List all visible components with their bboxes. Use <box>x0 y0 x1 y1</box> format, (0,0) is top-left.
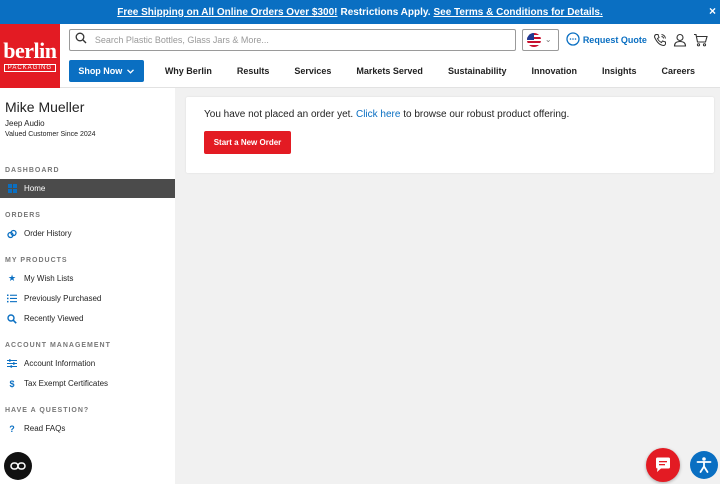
sidebar-item-label: Order History <box>24 229 72 238</box>
orders-empty-card: You have not placed an order yet. Click … <box>186 97 714 173</box>
phone-icon[interactable] <box>653 33 667 47</box>
nav-services[interactable]: Services <box>294 66 331 76</box>
empty-orders-message: You have not placed an order yet. Click … <box>204 109 714 120</box>
sidebar-item-label: Home <box>24 184 46 193</box>
logo-sub: PACKAGING <box>3 64 57 72</box>
msg-after: to browse our robust product offering. <box>403 109 570 120</box>
berlin-logo[interactable]: berlin PACKAGING <box>0 24 60 88</box>
section-my-products: MY PRODUCTS <box>5 257 68 264</box>
sidebar-item-recently-viewed[interactable]: Recently Viewed <box>0 309 175 328</box>
sidebar-item-order-history[interactable]: Order History <box>0 224 175 243</box>
link-icon <box>6 229 18 239</box>
nav-innovation[interactable]: Innovation <box>531 66 577 76</box>
account-icon[interactable] <box>673 33 687 47</box>
section-account-management: ACCOUNT MANAGEMENT <box>5 342 111 349</box>
list-icon <box>6 294 18 303</box>
account-name: Mike Mueller <box>5 99 85 115</box>
nav-why-berlin[interactable]: Why Berlin <box>165 66 212 76</box>
promo-banner: Free Shipping on All Online Orders Over … <box>0 0 720 24</box>
sidebar-item-label: Recently Viewed <box>24 314 84 323</box>
dollar-icon: $ <box>9 378 15 389</box>
section-have-a-question: HAVE A QUESTION? <box>5 407 90 414</box>
search-box <box>68 28 516 51</box>
section-dashboard: DASHBOARD <box>5 167 60 174</box>
free-shipping-link[interactable]: Free Shipping on All Online Orders Over … <box>117 7 337 18</box>
request-quote-label: Request Quote <box>582 34 647 45</box>
link-widget-button[interactable] <box>4 452 32 480</box>
sidebar-item-label: Tax Exempt Certificates <box>24 379 109 388</box>
nav-insights[interactable]: Insights <box>602 66 637 76</box>
sidebar-item-label: My Wish Lists <box>24 274 74 283</box>
logo-word: berlin <box>3 38 57 63</box>
nav-markets-served[interactable]: Markets Served <box>356 66 423 76</box>
chat-bubble-icon <box>566 32 580 48</box>
shop-now-button[interactable]: Shop Now <box>68 60 144 83</box>
country-selector[interactable]: ⌄ <box>521 28 559 51</box>
accessibility-button[interactable] <box>690 451 718 479</box>
grid-icon <box>6 184 18 193</box>
chat-button[interactable] <box>646 448 680 482</box>
search-icon <box>6 313 18 324</box>
account-company: Jeep Audio <box>5 119 45 128</box>
chevron-down-icon <box>127 69 135 74</box>
sidebar-item-label: Account Information <box>24 359 96 368</box>
search-icon[interactable] <box>75 31 87 49</box>
sidebar-item-tax-exempt[interactable]: $ Tax Exempt Certificates <box>0 374 175 393</box>
sidebar-item-label: Previously Purchased <box>24 294 102 303</box>
site-header: berlin PACKAGING ⌄ Request Quote <box>0 24 720 88</box>
sidebar-item-wish-lists[interactable]: ★ My Wish Lists <box>0 269 175 288</box>
account-sidebar: Mike Mueller Jeep Audio Valued Customer … <box>0 88 175 484</box>
sidebar-item-account-information[interactable]: Account Information <box>0 354 175 373</box>
nav-results[interactable]: Results <box>237 66 270 76</box>
nav-careers[interactable]: Careers <box>661 66 695 76</box>
cart-icon[interactable] <box>693 33 708 47</box>
start-new-order-button[interactable]: Start a New Order <box>204 131 291 154</box>
sidebar-item-label: Read FAQs <box>24 424 66 433</box>
infinity-link-icon <box>10 462 26 470</box>
main-nav: Why Berlin Results Services Markets Serv… <box>165 66 720 76</box>
account-since: Valued Customer Since 2024 <box>5 131 96 138</box>
shop-now-label: Shop Now <box>78 66 123 77</box>
us-flag-icon <box>526 32 541 47</box>
nav-sustainability[interactable]: Sustainability <box>448 66 507 76</box>
section-orders: ORDERS <box>5 212 41 219</box>
chat-icon <box>656 457 670 472</box>
restrictions-text: Restrictions Apply. <box>340 6 431 18</box>
search-input[interactable] <box>94 34 495 45</box>
question-icon: ? <box>9 423 15 434</box>
chevron-down-icon: ⌄ <box>544 35 552 45</box>
sidebar-item-home[interactable]: Home <box>0 179 175 198</box>
sliders-icon <box>6 359 18 368</box>
msg-before: You have not placed an order yet. <box>204 109 354 120</box>
close-icon[interactable]: × <box>709 4 716 18</box>
terms-link[interactable]: See Terms & Conditions for Details. <box>433 7 602 18</box>
accessibility-icon <box>696 457 712 473</box>
click-here-link[interactable]: Click here <box>356 109 400 120</box>
sidebar-item-faqs[interactable]: ? Read FAQs <box>0 419 175 438</box>
sidebar-item-previously-purchased[interactable]: Previously Purchased <box>0 289 175 308</box>
request-quote-link[interactable]: Request Quote <box>566 32 647 48</box>
star-icon: ★ <box>7 273 17 283</box>
